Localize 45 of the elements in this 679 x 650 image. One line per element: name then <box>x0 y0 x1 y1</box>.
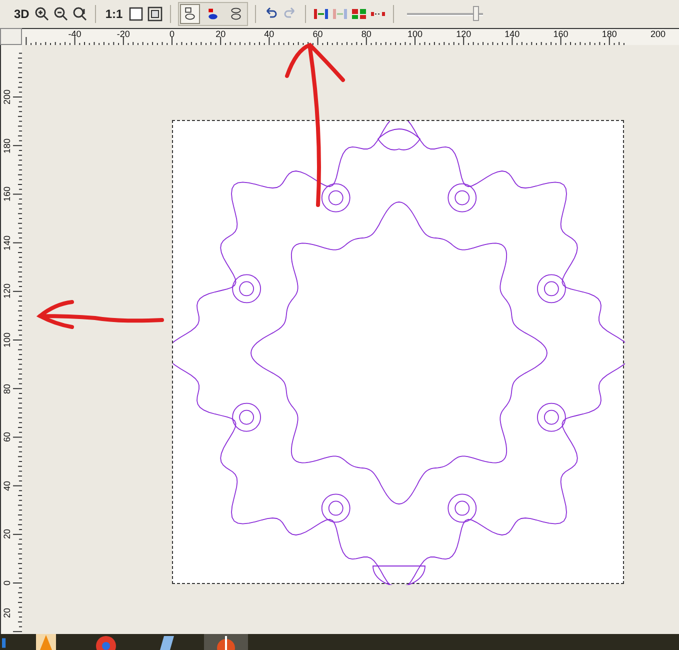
ruler-label: 140 <box>504 29 520 39</box>
app-icon <box>95 634 117 650</box>
view-mode-button[interactable] <box>180 4 200 24</box>
frame-icon[interactable] <box>146 6 163 22</box>
ruler-label: 200 <box>2 92 12 102</box>
actual-size-button[interactable]: 1:1 <box>103 7 125 21</box>
ruler-label: 160 <box>2 189 12 200</box>
square-icon[interactable] <box>128 6 144 22</box>
node-tool-icon[interactable] <box>350 6 367 22</box>
ruler-label: 40 <box>2 480 12 491</box>
ruler-label: 80 <box>361 29 372 39</box>
ruler-label: 120 <box>2 286 12 296</box>
zoom-fit-icon[interactable] <box>72 6 88 22</box>
node-tool-icon[interactable] <box>312 6 329 22</box>
3d-button[interactable]: 3D <box>12 7 32 21</box>
zoom-slider[interactable] <box>406 4 483 24</box>
zoom-in-icon[interactable] <box>34 6 50 22</box>
ruler-label: 140 <box>2 238 12 248</box>
ruler-label: 200 <box>650 29 666 39</box>
slider-thumb[interactable] <box>472 6 479 21</box>
ruler-label: 40 <box>264 29 274 39</box>
ruler-label: 180 <box>602 29 617 39</box>
ruler-label: 20 <box>2 529 12 540</box>
ruler-label: 0 <box>170 29 174 39</box>
start-icon[interactable] <box>2 636 8 650</box>
ruler-label: 160 <box>553 29 568 39</box>
ruler-label: -40 <box>68 29 82 39</box>
ruler-label: -20 <box>116 29 130 39</box>
ruler-label: 20 <box>2 608 12 618</box>
ruler-label: 100 <box>407 29 423 39</box>
ruler-label: 20 <box>216 29 226 39</box>
ruler-label: 60 <box>312 29 323 39</box>
ruler-label: 120 <box>456 29 472 39</box>
app-icon <box>35 634 57 650</box>
layer-view-icon <box>182 7 197 21</box>
ruler-label: 80 <box>2 384 12 394</box>
app-icon <box>215 634 237 650</box>
ruler-label: 180 <box>2 140 12 151</box>
zoom-out-icon[interactable] <box>53 6 70 22</box>
layer-view-icon <box>206 7 220 21</box>
taskbar-app-button[interactable] <box>204 634 248 650</box>
ruler-label: 60 <box>2 432 12 442</box>
layer-view-icon <box>228 7 243 21</box>
ruler-label: 0 <box>2 580 12 588</box>
ruler-label: 100 <box>2 335 12 345</box>
